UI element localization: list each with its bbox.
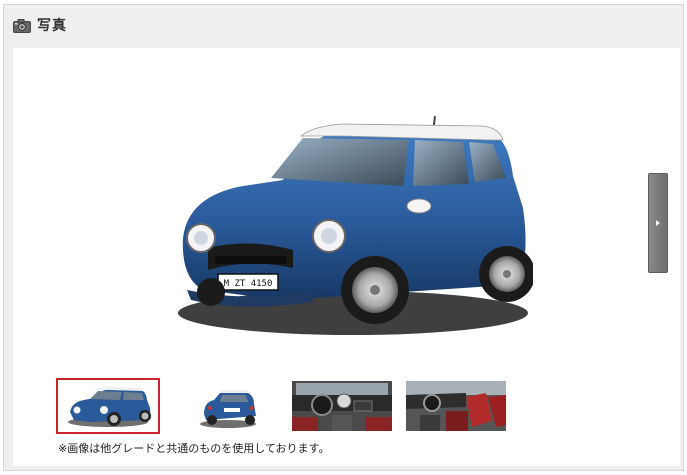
photo-viewer: M ZT 4150 ※画像は他グレードと共通のものを使用しております。 <box>13 48 680 466</box>
thumbnail-interior-seats[interactable] <box>404 378 508 434</box>
chevron-right-icon <box>656 220 660 226</box>
svg-text:M ZT 4150: M ZT 4150 <box>224 279 273 289</box>
thumbnail-exterior-front[interactable] <box>56 378 160 434</box>
panel-title: 写真 <box>37 18 67 34</box>
photo-panel: 写真 M ZT 4150 ※画像は他グレードと共通のものを使用しております。 <box>3 4 684 471</box>
next-photo-button[interactable] <box>648 173 668 273</box>
panel-header: 写真 <box>4 5 683 45</box>
thumbnail-exterior-rear[interactable] <box>174 378 278 434</box>
thumbnail-strip <box>56 378 516 434</box>
main-photo: M ZT 4150 <box>163 78 535 358</box>
camera-icon <box>13 18 31 33</box>
thumbnail-interior-dashboard[interactable] <box>290 378 394 434</box>
image-disclaimer-note: ※画像は他グレードと共通のものを使用しております。 <box>58 442 330 455</box>
